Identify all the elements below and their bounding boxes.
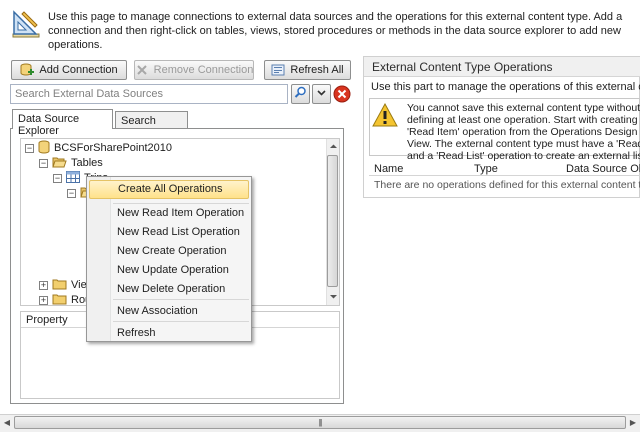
search-input[interactable]: Search External Data Sources [10,84,288,104]
scroll-left-icon[interactable]: ◀ [2,417,12,429]
add-connection-label: Add Connection [39,64,118,76]
menu-item-new-delete[interactable]: New Delete Operation [89,280,249,299]
tree-scroll-thumb[interactable] [327,155,338,287]
collapse-icon[interactable]: − [39,158,48,168]
tree-node-routines[interactable]: + Rou [39,292,91,306]
tree-node-views[interactable]: + Vie [39,277,87,293]
column-header-data-source-object[interactable]: Data Source Obje [566,163,640,175]
folder-icon [52,278,67,293]
design-tool-icon [10,8,42,40]
refresh-icon [271,63,285,77]
error-clear-icon [333,85,351,106]
empty-operations-message: There are no operations defined for this… [374,179,640,191]
scroll-right-icon[interactable]: ▶ [628,417,638,429]
menu-item-refresh[interactable]: Refresh [89,324,249,343]
warning-triangle-icon [372,102,398,127]
tab-data-source-explorer[interactable]: Data Source Explorer [12,109,113,137]
menu-item-new-read-item[interactable]: New Read Item Operation [89,204,249,223]
connection-name: BCSForSharePoint2010 [54,142,173,154]
tree-node-connection[interactable]: − BCSForSharePoint2010 [25,140,172,156]
menu-separator [113,321,249,322]
close-x-icon [135,63,149,77]
database-icon [38,140,50,157]
search-dropdown-button[interactable] [312,84,331,104]
tree-node-tables[interactable]: − Tables [39,155,103,171]
table-icon [66,170,80,186]
add-connection-button[interactable]: Add Connection [11,60,127,80]
menu-item-new-create[interactable]: New Create Operation [89,242,249,261]
remove-connection-button[interactable]: Remove Connection [134,60,254,80]
expand-icon[interactable]: + [39,295,48,305]
operations-panel-title: External Content Type Operations [364,57,640,77]
chevron-down-icon [317,88,326,100]
collapse-icon[interactable]: − [53,173,62,183]
context-menu: Create All Operations New Read Item Oper… [86,176,252,342]
expand-icon[interactable]: + [39,280,48,290]
tables-label: Tables [71,157,103,169]
remove-connection-label: Remove Connection [153,64,254,76]
refresh-all-label: Refresh All [290,64,344,76]
column-header-divider [369,175,640,176]
collapse-icon[interactable]: − [67,188,76,198]
database-add-icon [20,63,35,77]
operations-panel-description: Use this part to manage the operations o… [371,81,640,93]
warning-text: You cannot save this external content ty… [407,102,640,162]
column-header-name[interactable]: Name [374,163,403,175]
scroll-up-icon[interactable] [328,141,339,152]
search-go-button[interactable] [291,84,310,104]
horizontal-scroll-thumb[interactable]: ||| [14,416,626,429]
folder-open-icon [52,156,67,171]
folder-icon [52,293,67,306]
menu-item-new-update[interactable]: New Update Operation [89,261,249,280]
search-clear-button[interactable] [333,85,351,103]
page-description: Use this page to manage connections to e… [48,11,623,51]
views-label: Vie [71,279,87,291]
menu-item-create-all-operations[interactable]: Create All Operations [89,180,249,199]
menu-item-new-read-list[interactable]: New Read List Operation [89,223,249,242]
menu-separator [113,299,249,300]
refresh-all-button[interactable]: Refresh All [264,60,351,80]
search-placeholder: Search External Data Sources [15,88,163,100]
menu-item-new-association[interactable]: New Association [89,302,249,321]
scroll-down-icon[interactable] [328,291,339,302]
column-header-type[interactable]: Type [474,163,498,175]
magnifier-icon [294,86,307,102]
collapse-icon[interactable]: − [25,143,34,153]
